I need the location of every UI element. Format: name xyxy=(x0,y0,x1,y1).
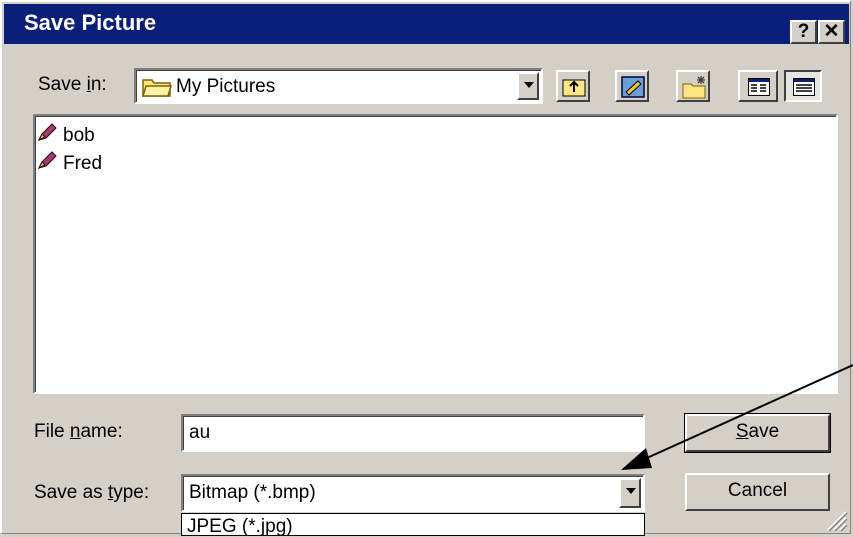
annotation-arrow xyxy=(621,364,853,470)
